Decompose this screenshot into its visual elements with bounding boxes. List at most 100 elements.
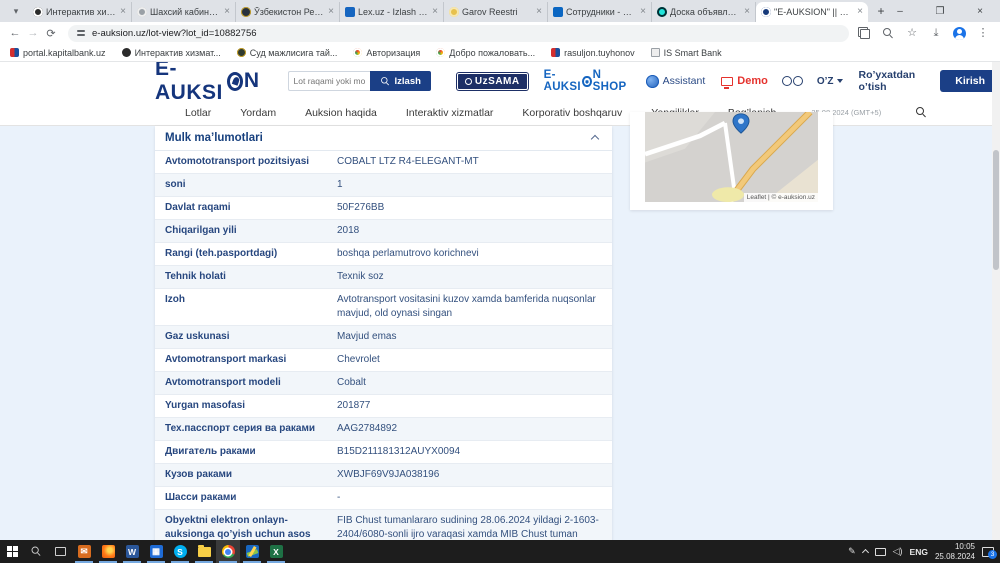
window-minimize-button[interactable]: – bbox=[880, 0, 920, 22]
forward-button[interactable]: → bbox=[24, 24, 42, 42]
table-row: Avtomotransport markasi Chevrolet bbox=[155, 349, 612, 372]
volume-icon[interactable]: ◁) bbox=[893, 546, 903, 557]
tab-favicon bbox=[553, 7, 563, 17]
tab-close-icon[interactable]: × bbox=[120, 7, 126, 17]
browser-tab-4[interactable]: Lex.uz - Izlash natijalari × bbox=[340, 2, 444, 22]
accessibility-glasses-icon[interactable] bbox=[781, 76, 803, 86]
tab-close-icon[interactable]: × bbox=[536, 7, 542, 17]
download-icon[interactable]: ⤓ bbox=[929, 26, 943, 40]
taskbar-save-app[interactable]: ▦ bbox=[144, 540, 168, 563]
uzsama-badge[interactable]: UzSAMA bbox=[456, 72, 528, 90]
monitor-icon bbox=[721, 76, 734, 89]
map-attribution[interactable]: Leaflet | © e-auksion.uz bbox=[743, 193, 818, 202]
nav-item-interaktiv-xizmatlar[interactable]: Interaktiv xizmatlar bbox=[406, 107, 494, 119]
maps-icon bbox=[245, 545, 259, 558]
table-row: Gaz uskunasi Mavjud emas bbox=[155, 326, 612, 349]
leaflet-map[interactable]: Leaflet | © e-auksion.uz bbox=[645, 112, 818, 202]
browser-tab-3[interactable]: Ўзбекистон Республик... × bbox=[236, 2, 340, 22]
save-icon: ▦ bbox=[149, 545, 163, 558]
chevron-up-icon bbox=[590, 134, 600, 144]
tab-search-chevron-icon[interactable]: ▾ bbox=[6, 2, 26, 20]
register-link[interactable]: Ro’yxatdan o’tish bbox=[859, 69, 925, 93]
bookmark-favicon bbox=[10, 48, 19, 57]
reload-button[interactable]: ⟳ bbox=[42, 24, 60, 42]
site-info-icon[interactable] bbox=[76, 28, 86, 38]
bookmark-item[interactable]: portal.kapitalbank.uz bbox=[10, 48, 106, 58]
browser-tab-6[interactable]: Сотрудники - Справочн... × bbox=[548, 2, 652, 22]
bookmark-item[interactable]: IS Smart Bank bbox=[650, 48, 722, 58]
taskbar-search-button[interactable] bbox=[24, 540, 48, 563]
notification-icon[interactable]: 3 bbox=[982, 546, 997, 559]
tab-close-icon[interactable]: × bbox=[640, 7, 646, 17]
window-close-button[interactable]: × bbox=[960, 0, 1000, 22]
window-maximize-button[interactable]: ❐ bbox=[920, 0, 960, 22]
task-view-icon bbox=[54, 547, 66, 556]
scrollbar-thumb[interactable] bbox=[993, 150, 999, 270]
browser-tab-1[interactable]: Интерактив хизматлар × bbox=[28, 2, 132, 22]
taskbar-chrome[interactable] bbox=[216, 540, 240, 563]
taskbar-word[interactable]: W bbox=[120, 540, 144, 563]
zoom-icon[interactable] bbox=[882, 27, 894, 39]
excel-icon: X bbox=[269, 545, 283, 558]
language-indicator[interactable]: ENG bbox=[910, 547, 928, 557]
bookmark-item[interactable]: Авторизация bbox=[353, 48, 420, 58]
tab-close-icon[interactable]: × bbox=[328, 7, 334, 17]
tab-favicon bbox=[449, 7, 459, 17]
nav-search-icon[interactable] bbox=[916, 107, 927, 118]
section-header-mulk[interactable]: Mulk ma’lumotlari bbox=[155, 126, 612, 151]
pen-icon[interactable]: ✎ bbox=[848, 546, 856, 557]
taskbar-excel[interactable]: X bbox=[264, 540, 288, 563]
outlook-icon: ✉ bbox=[77, 545, 91, 558]
hidden-icons-chevron[interactable] bbox=[861, 548, 869, 557]
demo-link[interactable]: Demo bbox=[721, 75, 768, 89]
eauksion-logo[interactable]: E-AUKSI N bbox=[155, 62, 260, 105]
clock[interactable]: 10:05 25.08.2024 bbox=[935, 542, 975, 560]
url-text[interactable]: e-auksion.uz/lot-view?lot_id=10882756 bbox=[92, 28, 257, 39]
language-dropdown[interactable]: O’Z bbox=[817, 76, 843, 87]
bookmark-favicon bbox=[236, 48, 246, 57]
bookmark-item[interactable]: Интерактив хизмат... bbox=[121, 48, 221, 58]
izlash-search-button[interactable]: Izlash bbox=[369, 71, 431, 91]
tab-close-icon[interactable]: × bbox=[744, 7, 750, 17]
browser-toolbar: ← → ⟳ e-auksion.uz/lot-view?lot_id=10882… bbox=[0, 22, 1000, 44]
browser-tab-2[interactable]: Шахсий кабинет «ADOL... × bbox=[132, 2, 236, 22]
nav-item-lotlar[interactable]: Lotlar bbox=[185, 107, 211, 119]
start-button[interactable] bbox=[0, 540, 24, 563]
browser-tab-active[interactable]: "E-AUKSION" || №10882... × bbox=[756, 2, 868, 22]
back-button[interactable]: ← bbox=[6, 24, 24, 42]
taskbar-firefox[interactable] bbox=[96, 540, 120, 563]
profile-avatar[interactable] bbox=[953, 26, 966, 40]
property-info-card: Mulk ma’lumotlari Avtomototransport pozi… bbox=[155, 126, 612, 540]
search-icon bbox=[380, 76, 390, 86]
translate-icon[interactable] bbox=[858, 27, 870, 39]
nav-item-auksion-haqida[interactable]: Auksion haqida bbox=[305, 107, 377, 119]
assistant-link[interactable]: Assistant bbox=[645, 74, 705, 88]
browser-tab-7[interactable]: Доска объявлений OLX... × bbox=[652, 2, 756, 22]
bookmarks-bar: portal.kapitalbank.uz Интерактив хизмат.… bbox=[0, 44, 1000, 62]
taskbar-skype[interactable]: S bbox=[168, 540, 192, 563]
bookmark-item[interactable]: rasuljon.tuyhonov bbox=[551, 48, 635, 58]
page-scrollbar[interactable] bbox=[992, 62, 1000, 540]
address-bar[interactable]: e-auksion.uz/lot-view?lot_id=10882756 bbox=[68, 24, 849, 42]
tab-close-icon[interactable]: × bbox=[857, 7, 863, 17]
bookmark-item[interactable]: Добро пожаловать... bbox=[436, 48, 535, 58]
task-view-button[interactable] bbox=[48, 540, 72, 563]
browser-tab-5[interactable]: Garov Reestri × bbox=[444, 2, 548, 22]
display-icon[interactable] bbox=[874, 547, 886, 556]
tab-close-icon[interactable]: × bbox=[432, 7, 438, 17]
bookmark-item[interactable]: Суд мажлисига тай... bbox=[236, 48, 337, 58]
taskbar-maps-app[interactable] bbox=[240, 540, 264, 563]
eauksion-shop-logo[interactable]: E-AUKSI N SHOP bbox=[544, 69, 628, 93]
tab-close-icon[interactable]: × bbox=[224, 7, 230, 17]
taskbar-file-explorer[interactable] bbox=[192, 540, 216, 563]
menu-dots-icon[interactable]: ⋮ bbox=[976, 26, 990, 40]
taskbar-outlook[interactable]: ✉ bbox=[72, 540, 96, 563]
bookmark-star-icon[interactable]: ☆ bbox=[905, 26, 919, 40]
folder-icon bbox=[197, 544, 211, 557]
nav-item-korporativ-boshqaruv[interactable]: Korporativ boshqaruv bbox=[522, 107, 622, 119]
table-row: Tehnik holati Texnik soz bbox=[155, 266, 612, 289]
nav-item-yordam[interactable]: Yordam bbox=[240, 107, 276, 119]
word-icon: W bbox=[125, 545, 139, 558]
lot-search-input[interactable] bbox=[287, 71, 370, 91]
map-graphic bbox=[645, 112, 818, 202]
